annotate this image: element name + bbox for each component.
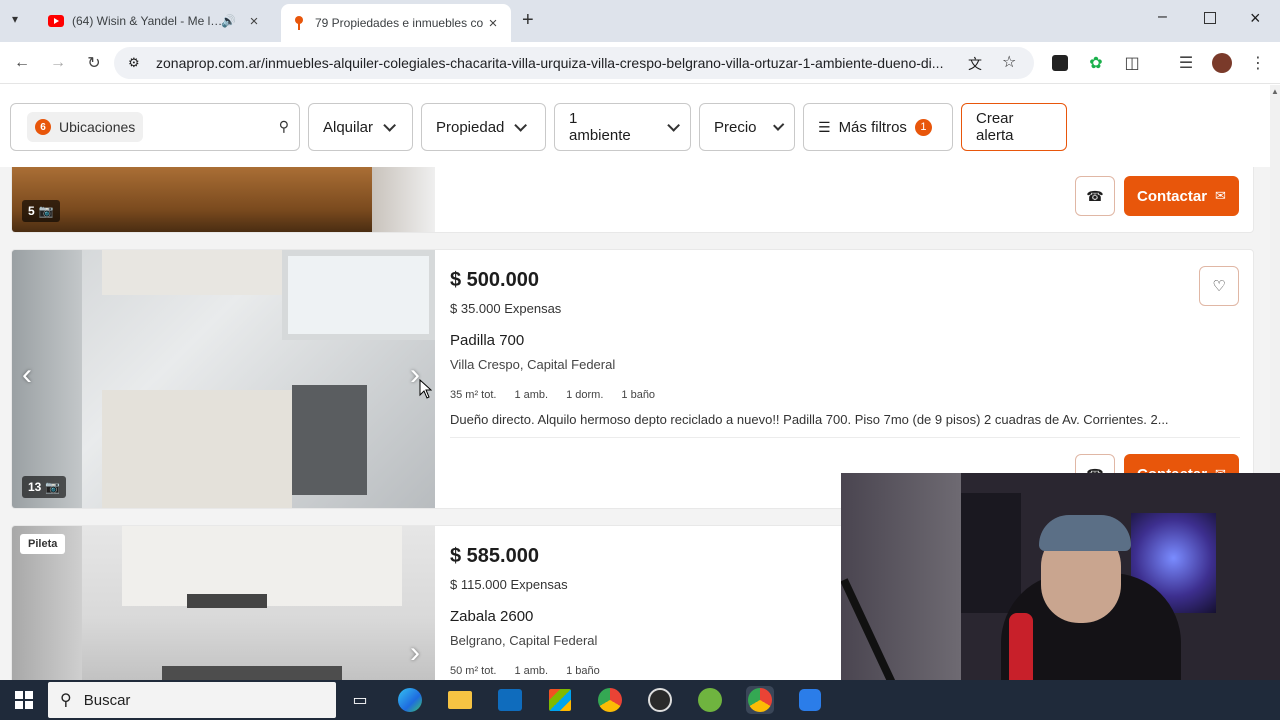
- listing-card[interactable]: ‹ › 13 📷 $ 500.000 $ 35.000 Expensas Pad…: [11, 249, 1254, 509]
- tab-zonaprop[interactable]: 79 Propiedades e inmuebles co… ×: [281, 4, 511, 42]
- extension-icon[interactable]: [1050, 53, 1070, 73]
- operation-label: Alquilar: [323, 118, 374, 136]
- close-window-icon[interactable]: ×: [1250, 8, 1261, 29]
- contact-button[interactable]: Contactar ✉: [1124, 176, 1239, 216]
- reload-icon[interactable]: ↻: [84, 53, 104, 73]
- sliders-icon: ☰: [818, 118, 831, 135]
- browser-tab-strip: ▾ (64) Wisin & Yandel - Me l… 🔊 × 79 Pro…: [0, 0, 1280, 42]
- camera-icon: 📷: [38, 204, 54, 218]
- address-bar[interactable]: ⚙ zonaprop.com.ar/inmuebles-alquiler-col…: [114, 47, 1034, 79]
- mail-icon: ✉: [1215, 188, 1226, 203]
- youtube-icon: [48, 13, 64, 29]
- tab-title: (64) Wisin & Yandel - Me l…: [72, 14, 222, 28]
- card-divider: [450, 437, 1240, 438]
- listing-photo[interactable]: ‹ › 13 📷: [12, 250, 435, 508]
- listing-photo[interactable]: 5 📷: [12, 167, 435, 232]
- listing-features: 35 m² tot. 1 amb. 1 dorm. 1 baño: [450, 389, 656, 401]
- price-dropdown[interactable]: Precio: [699, 103, 795, 151]
- site-info-icon[interactable]: ⚙: [128, 55, 140, 71]
- utorrent-icon[interactable]: [696, 686, 724, 714]
- scroll-up-arrow[interactable]: ▲: [1271, 87, 1279, 96]
- search-icon: ⚲: [60, 692, 72, 709]
- listing-photo[interactable]: Pileta ›: [12, 526, 435, 680]
- tab-youtube[interactable]: (64) Wisin & Yandel - Me l… 🔊 ×: [38, 6, 272, 36]
- chevron-left-icon[interactable]: ‹: [22, 358, 32, 392]
- price-label: Precio: [714, 118, 757, 136]
- zonaprop-icon: [291, 15, 307, 31]
- property-label: Propiedad: [436, 118, 505, 136]
- chevron-down-icon: [383, 118, 397, 132]
- taskbar-search-placeholder: Buscar: [83, 691, 131, 709]
- property-dropdown[interactable]: Propiedad: [421, 103, 546, 151]
- forward-icon[interactable]: →: [48, 53, 68, 73]
- more-filters-button[interactable]: ☰ Más filtros 1: [803, 103, 953, 151]
- chrome-profile-icon[interactable]: [746, 686, 774, 714]
- menu-icon[interactable]: ⋮: [1248, 53, 1268, 73]
- listing-address[interactable]: Padilla 700: [450, 332, 524, 349]
- filter-bar: 6 Ubicaciones ⚲ Alquilar Propiedad 1 amb…: [0, 85, 1270, 167]
- translate-icon[interactable]: 文: [968, 54, 982, 74]
- windows-taskbar: ⚲ Buscar ▭: [0, 680, 1280, 720]
- edge-icon[interactable]: [396, 686, 424, 714]
- close-icon[interactable]: ×: [244, 13, 264, 30]
- rooms-label: 1 ambiente: [569, 110, 631, 144]
- chevron-right-icon[interactable]: ›: [410, 636, 420, 670]
- phone-button[interactable]: ☎: [1075, 176, 1115, 216]
- close-icon[interactable]: ×: [483, 15, 503, 32]
- create-alert-label: Crear alerta: [976, 110, 1014, 144]
- taskbar-search[interactable]: ⚲ Buscar: [48, 682, 336, 718]
- new-tab-icon[interactable]: +: [522, 9, 534, 32]
- rooms-dropdown[interactable]: 1 ambiente: [554, 103, 691, 151]
- listing-card[interactable]: 5 📷 ☎ Contactar ✉: [11, 167, 1254, 233]
- browser-toolbar: ← → ↻ ⚙ zonaprop.com.ar/inmuebles-alquil…: [0, 42, 1280, 84]
- listing-features: 50 m² tot. 1 amb. 1 baño: [450, 665, 600, 677]
- listing-expenses: $ 115.000 Expensas: [450, 577, 568, 592]
- tab-title: 79 Propiedades e inmuebles co…: [315, 16, 483, 30]
- listing-price: $ 585.000: [450, 545, 539, 567]
- chevron-down-icon: [514, 118, 528, 132]
- photo-count: 5 📷: [22, 200, 60, 222]
- obs-icon[interactable]: [646, 686, 674, 714]
- listing-expenses: $ 35.000 Expensas: [450, 301, 562, 316]
- listing-location: Belgrano, Capital Federal: [450, 633, 598, 648]
- listing-description[interactable]: Dueño directo. Alquilo hermoso depto rec…: [450, 412, 1169, 427]
- search-icon[interactable]: ⚲: [279, 118, 289, 135]
- location-chip[interactable]: 6 Ubicaciones: [27, 112, 144, 142]
- profile-avatar[interactable]: [1212, 53, 1232, 73]
- extensions-puzzle-icon[interactable]: ◫: [1122, 53, 1142, 73]
- speaker-icon[interactable]: 🔊: [221, 14, 236, 28]
- tab-search-button[interactable]: ▾: [12, 12, 28, 28]
- chevron-down-icon: [772, 119, 785, 131]
- mouse-cursor: [418, 378, 433, 404]
- listing-address[interactable]: Zabala 2600: [450, 608, 533, 625]
- more-filters-badge: 1: [914, 118, 932, 136]
- bookmark-star-icon[interactable]: ☆: [1002, 52, 1016, 72]
- back-icon[interactable]: ←: [12, 53, 32, 73]
- app-icon[interactable]: [796, 686, 824, 714]
- more-filters-label: Más filtros: [838, 118, 907, 136]
- location-label: Ubicaciones: [59, 119, 136, 135]
- outlook-icon[interactable]: [496, 686, 524, 714]
- camera-icon: 📷: [45, 480, 61, 494]
- photo-count: 13 📷: [22, 476, 67, 498]
- chrome-icon[interactable]: [596, 686, 624, 714]
- restore-icon[interactable]: [1204, 12, 1216, 24]
- location-count-badge: 6: [35, 119, 51, 135]
- store-icon[interactable]: [546, 686, 574, 714]
- chevron-down-icon: [667, 118, 680, 132]
- extension-green-icon[interactable]: ✿: [1086, 53, 1106, 73]
- favorite-heart-icon[interactable]: ♡: [1199, 266, 1239, 306]
- location-search[interactable]: 6 Ubicaciones ⚲: [10, 103, 300, 151]
- minimize-icon[interactable]: –: [1158, 8, 1167, 26]
- create-alert-button[interactable]: Crear alerta: [961, 103, 1067, 151]
- media-icon[interactable]: ☰: [1176, 53, 1196, 73]
- windows-start-icon[interactable]: [10, 686, 38, 714]
- operation-dropdown[interactable]: Alquilar: [308, 103, 413, 151]
- amenity-badge: Pileta: [20, 534, 66, 554]
- url-text[interactable]: zonaprop.com.ar/inmuebles-alquiler-coleg…: [156, 55, 956, 71]
- listing-location: Villa Crespo, Capital Federal: [450, 357, 616, 372]
- task-view-icon[interactable]: ▭: [346, 686, 374, 714]
- file-explorer-icon[interactable]: [446, 686, 474, 714]
- listing-price: $ 500.000: [450, 269, 539, 291]
